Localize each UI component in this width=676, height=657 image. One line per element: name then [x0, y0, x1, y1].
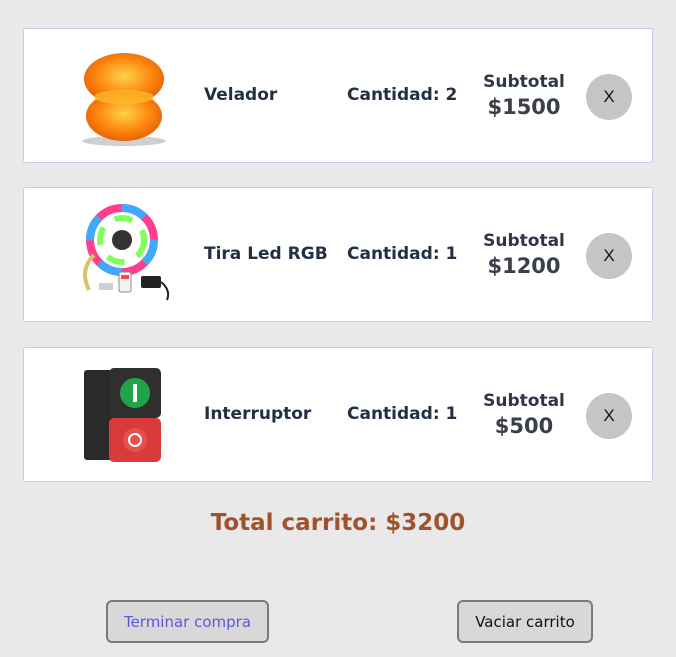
subtotal-value: $1500: [487, 95, 561, 119]
subtotal-value: $500: [494, 414, 554, 438]
led-strip-product-image: [83, 204, 170, 301]
cart-item: Velador Cantidad: 2 Subtotal $1500 X: [23, 28, 653, 163]
cart-total: Total carrito: $3200: [210, 510, 466, 536]
checkout-button[interactable]: Terminar compra: [106, 600, 269, 643]
item-quantity: Cantidad: 1: [347, 404, 458, 424]
subtotal-value: $1200: [487, 254, 561, 278]
item-subtotal: Subtotal $1500: [479, 71, 569, 121]
switch-product-image: [84, 368, 161, 462]
item-subtotal: Subtotal $500: [479, 390, 569, 440]
item-subtotal: Subtotal $1200: [479, 230, 569, 280]
lamp-product-image: [82, 53, 166, 146]
remove-item-button[interactable]: X: [586, 233, 632, 279]
remove-item-button[interactable]: X: [586, 74, 632, 120]
cart-item: Interruptor Cantidad: 1 Subtotal $500 X: [23, 347, 653, 482]
item-name: Interruptor: [204, 404, 312, 424]
cart-item: Tira Led RGB Cantidad: 1 Subtotal $1200 …: [23, 187, 653, 322]
item-name: Tira Led RGB: [204, 244, 328, 264]
remove-item-button[interactable]: X: [586, 393, 632, 439]
item-quantity: Cantidad: 1: [347, 244, 458, 264]
item-name: Velador: [204, 85, 278, 105]
subtotal-label: Subtotal: [483, 72, 565, 92]
empty-cart-button[interactable]: Vaciar carrito: [457, 600, 593, 643]
subtotal-label: Subtotal: [483, 231, 565, 251]
item-quantity: Cantidad: 2: [347, 85, 458, 105]
subtotal-label: Subtotal: [483, 391, 565, 411]
